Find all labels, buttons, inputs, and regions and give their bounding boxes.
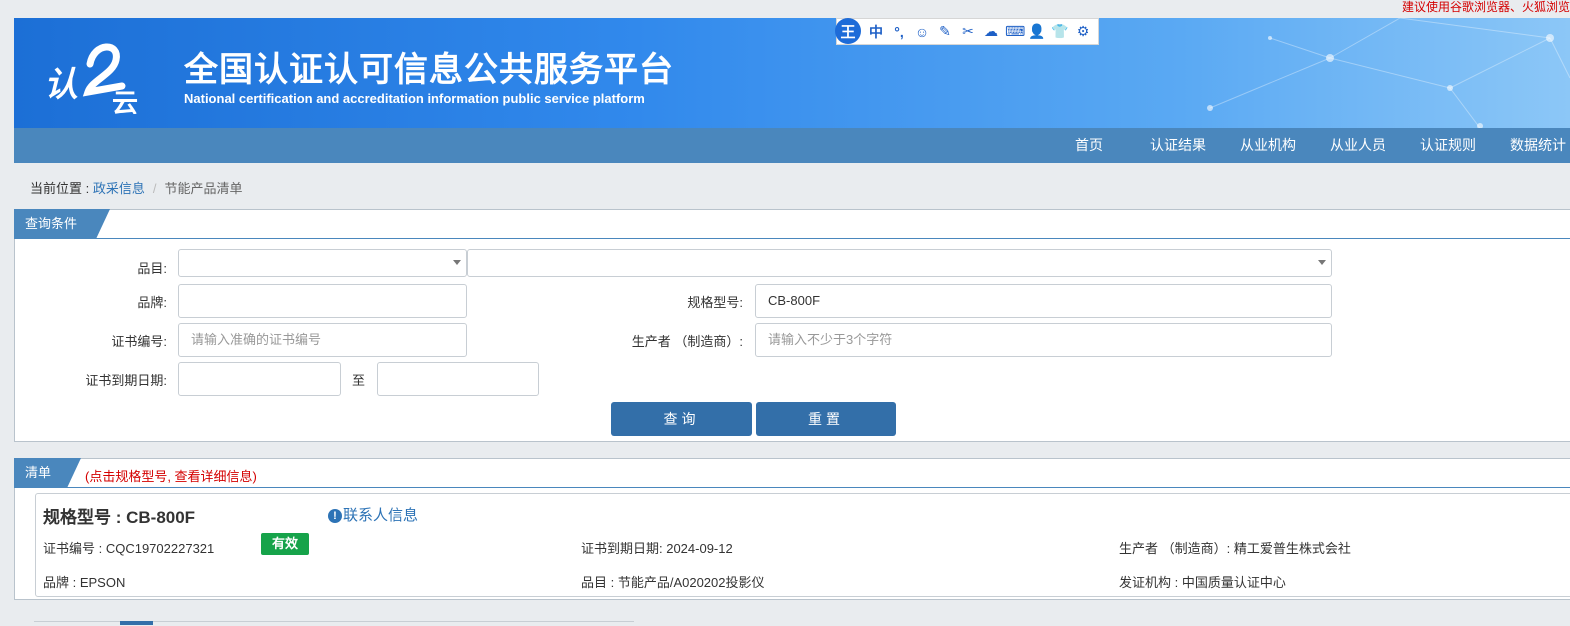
- category-select-1[interactable]: [178, 249, 467, 277]
- status-badge: 有效: [261, 533, 309, 555]
- category-select-2[interactable]: [467, 249, 1332, 277]
- ime-emoji-icon[interactable]: ☺: [913, 24, 931, 40]
- nav-personnel[interactable]: 从业人员: [1330, 128, 1386, 163]
- contact-info-link[interactable]: ! 联系人信息: [328, 504, 418, 525]
- svg-text:云: 云: [112, 89, 138, 114]
- search-button[interactable]: 查询: [611, 402, 752, 436]
- breadcrumb-link-gov-procurement[interactable]: 政采信息: [93, 181, 145, 196]
- ime-scissors-icon[interactable]: ✂: [959, 23, 977, 40]
- producer-value: 生产者 （制造商）: 精工爱普生株式会社: [1119, 541, 1351, 556]
- site-subtitle: National certification and accreditation…: [184, 91, 645, 106]
- expiry-to-label: 至: [352, 373, 366, 388]
- site-banner: 认 云 全国认证认可信息公共服务平台 National certificatio…: [14, 18, 1570, 128]
- ime-user-icon[interactable]: 👤: [1028, 23, 1046, 40]
- expiry-label: 证书到期日期:: [85, 373, 167, 388]
- ime-toolbar: 王 中 °, ☺ ✎ ✂ ☁ ⌨ 👤 👕 ⚙: [835, 18, 1099, 45]
- model-input[interactable]: CB-800F: [755, 284, 1332, 318]
- nav-statistics[interactable]: 数据统计: [1510, 128, 1566, 163]
- ime-logo-icon[interactable]: 王: [835, 18, 861, 44]
- nav-institutions[interactable]: 从业机构: [1240, 128, 1296, 163]
- site-title: 全国认证认可信息公共服务平台: [184, 51, 674, 89]
- nav-cert-rules[interactable]: 认证规则: [1420, 128, 1476, 163]
- brand-input[interactable]: [178, 284, 467, 318]
- breadcrumb-current: 节能产品清单: [164, 181, 243, 196]
- result-list-panel: 清单 (点击规格型号, 查看详细信息) 规格型号 : CB-800F ! 联系人信…: [14, 458, 1570, 600]
- issuer-value: 发证机构 : 中国质量认证中心: [1119, 575, 1286, 590]
- list-panel-divider: [15, 487, 1570, 488]
- ime-keyboard-icon[interactable]: ⌨: [1005, 23, 1025, 40]
- query-panel: 查询条件 品目: 品牌: 规格型号: CB-800F 证书编号: 请输入准确的证…: [14, 209, 1570, 442]
- ime-cloud-icon[interactable]: ☁: [982, 23, 1000, 40]
- producer-input[interactable]: 请输入不少于3个字符: [755, 323, 1332, 357]
- nav-home[interactable]: 首页: [1075, 128, 1103, 163]
- ime-skin-icon[interactable]: 👕: [1051, 23, 1069, 40]
- model-label: 规格型号:: [687, 295, 743, 310]
- site-logo: 认 云: [44, 43, 138, 114]
- list-item: 规格型号 : CB-800F ! 联系人信息 证书编号 : CQC19702227…: [35, 493, 1570, 597]
- list-hint: (点击规格型号, 查看详细信息): [85, 469, 257, 484]
- ime-chinese-mode-icon[interactable]: 中: [867, 22, 885, 42]
- pagination-active-page[interactable]: [120, 621, 153, 625]
- breadcrumb-prefix: 当前位置 :: [30, 181, 93, 196]
- cert-no-value: 证书编号 : CQC19702227321: [43, 541, 215, 556]
- cert-no-input[interactable]: 请输入准确的证书编号: [178, 323, 467, 357]
- ime-punctuation-icon[interactable]: °,: [890, 24, 908, 40]
- brand-label: 品牌:: [137, 295, 167, 310]
- category-label: 品目:: [137, 261, 167, 276]
- producer-label: 生产者 （制造商）:: [631, 334, 743, 349]
- ime-handwriting-icon[interactable]: ✎: [936, 23, 954, 40]
- nav-cert-results[interactable]: 认证结果: [1150, 128, 1206, 163]
- reset-button[interactable]: 重置: [756, 402, 896, 436]
- browser-recommendation-note: 建议使用谷歌浏览器、火狐浏览: [1401, 0, 1570, 14]
- network-graphic: [1207, 18, 1570, 128]
- expiry-to-input[interactable]: [377, 362, 539, 396]
- cert-no-label: 证书编号:: [111, 334, 167, 349]
- list-panel-tab: 清单: [14, 458, 81, 488]
- ime-settings-icon[interactable]: ⚙: [1074, 23, 1092, 40]
- info-icon: !: [328, 509, 342, 523]
- breadcrumb: 当前位置 : 政采信息 / 节能产品清单: [30, 178, 243, 197]
- chevron-down-icon: [1318, 260, 1326, 265]
- category-value: 品目 : 节能产品/A020202投影仪: [581, 575, 765, 590]
- expiry-value: 证书到期日期: 2024-09-12: [581, 541, 733, 556]
- query-panel-tab: 查询条件: [14, 209, 110, 239]
- model-title-link[interactable]: 规格型号 : CB-800F: [43, 503, 195, 528]
- svg-text:认: 认: [44, 65, 78, 105]
- contact-info-label: 联系人信息: [343, 507, 419, 524]
- chevron-down-icon: [453, 260, 461, 265]
- breadcrumb-separator: /: [152, 181, 157, 196]
- brand-value: 品牌 : EPSON: [43, 575, 126, 590]
- pagination: [34, 621, 634, 626]
- query-panel-divider: [15, 238, 1570, 239]
- expiry-from-input[interactable]: [178, 362, 341, 396]
- main-nav: 首页 认证结果 从业机构 从业人员 认证规则 数据统计: [14, 128, 1570, 163]
